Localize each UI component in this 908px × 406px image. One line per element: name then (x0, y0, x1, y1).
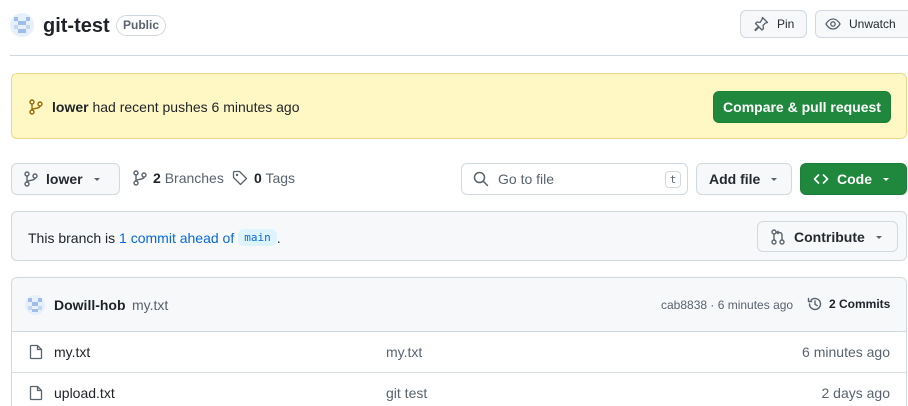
latest-commit-row: Dowill-hob my.txt cab8838 · 6 minutes ag… (12, 278, 906, 332)
file-table: Dowill-hob my.txt cab8838 · 6 minutes ag… (11, 277, 907, 406)
unwatch-button[interactable]: Unwatch (815, 10, 908, 38)
file-updated-time: 2 days ago (821, 385, 891, 401)
tag-icon (232, 170, 248, 186)
pushed-branch-name[interactable]: lower (52, 99, 89, 115)
history-icon (807, 296, 823, 312)
recent-push-banner: lower had recent pushes 6 minutes ago Co… (11, 73, 907, 139)
contribute-label: Contribute (794, 228, 865, 245)
file-commit-message[interactable]: git test (386, 385, 427, 401)
git-pull-request-icon (770, 228, 786, 245)
branch-status-prefix: This branch is (28, 229, 120, 246)
file-name[interactable]: my.txt (54, 344, 90, 360)
caret-down-icon (768, 173, 780, 185)
visibility-badge: Public (116, 15, 167, 36)
base-branch-label[interactable]: main (238, 229, 277, 246)
search-icon (473, 171, 489, 187)
author-avatar[interactable] (25, 295, 45, 315)
commit-author[interactable]: Dowill-hob (54, 297, 126, 313)
branch-selector[interactable]: lower (11, 163, 120, 195)
branches-link[interactable]: 2 Branches (133, 170, 224, 186)
branches-label: Branches (164, 170, 224, 186)
push-banner-message: had recent pushes 6 minutes ago (88, 99, 300, 115)
file-commit-message[interactable]: my.txt (386, 344, 422, 360)
code-icon (813, 171, 829, 187)
file-name[interactable]: upload.txt (54, 385, 115, 401)
code-button[interactable]: Code (800, 163, 907, 195)
tags-count: 0 (254, 170, 262, 186)
branch-status-text: This branch is 1 commit ahead of main. (28, 229, 281, 246)
commits-count-label: 2 Commits (829, 297, 891, 311)
push-banner-text: lower had recent pushes 6 minutes ago (52, 98, 300, 116)
file-row[interactable]: my.txt my.txt 6 minutes ago (12, 332, 906, 373)
pin-icon (753, 16, 769, 32)
caret-down-icon (91, 173, 103, 185)
unwatch-label: Unwatch (849, 17, 896, 31)
branch-status-suffix: . (276, 229, 281, 246)
branch-status-box: This branch is 1 commit ahead of main. Co… (11, 211, 907, 261)
git-branch-icon (24, 171, 38, 187)
contribute-button[interactable]: Contribute (757, 221, 898, 252)
go-to-file-placeholder: Go to file (498, 171, 555, 187)
header-divider (10, 55, 908, 56)
branches-count: 2 (153, 170, 161, 186)
keyboard-shortcut-hint: t (665, 171, 681, 188)
eye-icon (825, 16, 841, 32)
tags-link[interactable]: 0 Tags (232, 170, 295, 186)
compare-pull-request-button[interactable]: Compare & pull request (713, 91, 891, 123)
file-row[interactable]: upload.txt git test 2 days ago (12, 373, 906, 406)
code-label: Code (837, 171, 872, 187)
file-icon (29, 385, 43, 401)
go-to-file-input[interactable]: Go to file t (461, 163, 688, 195)
file-updated-time: 6 minutes ago (802, 344, 890, 360)
caret-down-icon (880, 173, 892, 185)
file-icon (29, 344, 43, 360)
commits-ahead-link[interactable]: 1 commit ahead of (119, 230, 234, 246)
caret-down-icon (873, 231, 885, 243)
pin-button[interactable]: Pin (740, 10, 807, 38)
current-branch-label: lower (46, 171, 83, 187)
git-branch-icon (29, 99, 43, 115)
commit-meta[interactable]: cab8838 · 6 minutes ago (661, 298, 793, 312)
add-file-button[interactable]: Add file (696, 163, 792, 195)
git-branch-icon (133, 170, 147, 186)
repo-owner-avatar[interactable] (10, 13, 34, 37)
commit-message[interactable]: my.txt (132, 297, 168, 313)
commits-history-link[interactable]: 2 Commits (807, 296, 890, 312)
pin-label: Pin (777, 17, 795, 31)
tags-label: Tags (265, 170, 296, 186)
repo-name[interactable]: git-test (43, 13, 110, 39)
add-file-label: Add file (709, 171, 761, 187)
